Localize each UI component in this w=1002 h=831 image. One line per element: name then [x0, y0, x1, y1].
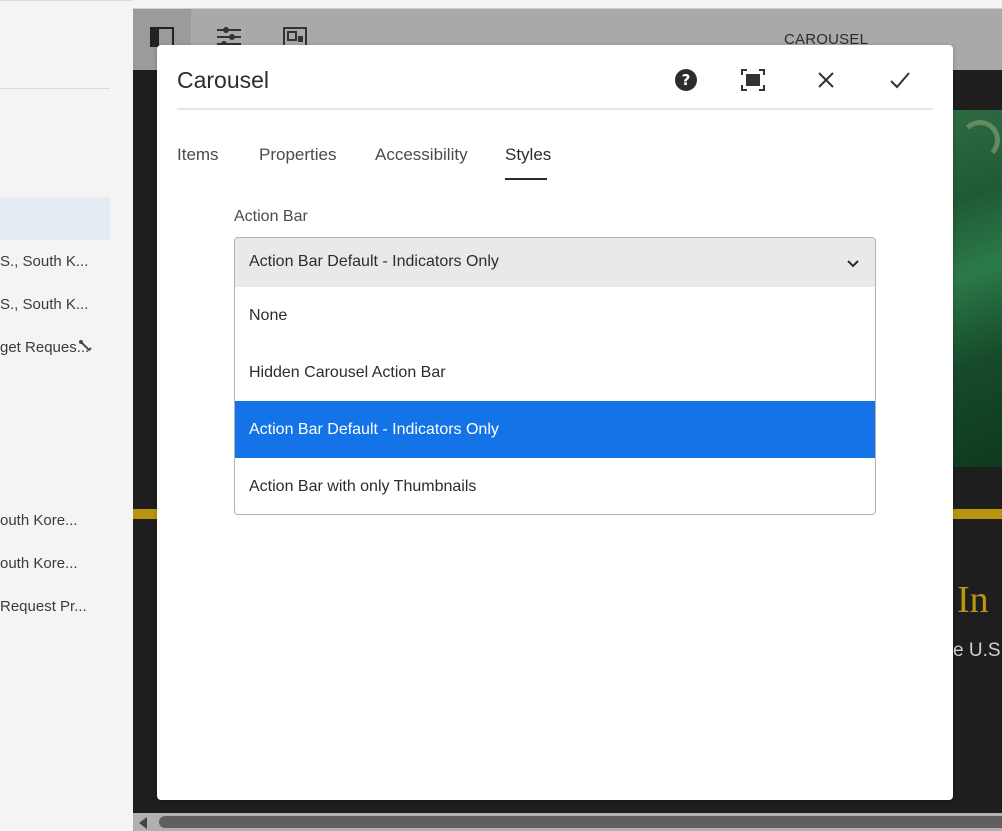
- carousel-image: [952, 110, 1002, 467]
- page-text-fragment: e U.S: [953, 640, 1001, 661]
- left-side-panel: S., South K... S., South K... get Reques…: [0, 0, 133, 831]
- selected-tree-row[interactable]: [0, 197, 110, 240]
- help-button[interactable]: ?: [671, 67, 701, 97]
- option-hidden-action-bar[interactable]: Hidden Carousel Action Bar: [235, 344, 875, 401]
- done-button[interactable]: [885, 67, 915, 97]
- page-heading-fragment: In: [957, 579, 989, 621]
- close-button[interactable]: [811, 67, 841, 97]
- horizontal-scrollbar[interactable]: [133, 813, 1002, 831]
- editor-top-border: [133, 0, 1002, 9]
- close-icon: [817, 71, 835, 94]
- dialog-title: Carousel: [177, 67, 270, 93]
- option-thumbnails-only[interactable]: Action Bar with only Thumbnails: [235, 458, 875, 514]
- panel-divider: [0, 88, 110, 89]
- wrench-icon: [78, 339, 92, 356]
- tree-item[interactable]: get Reques...: [0, 339, 110, 356]
- fullscreen-button[interactable]: [738, 67, 768, 97]
- tab-items[interactable]: Items: [177, 145, 219, 165]
- select-value: Action Bar Default - Indicators Only: [249, 253, 499, 270]
- tab-properties[interactable]: Properties: [259, 145, 336, 165]
- tree-item[interactable]: outh Kore...: [0, 555, 110, 572]
- action-bar-select[interactable]: Action Bar Default - Indicators Only: [234, 237, 876, 288]
- tree-item[interactable]: outh Kore...: [0, 512, 110, 529]
- tree-item[interactable]: Request Pr...: [0, 598, 110, 615]
- scroll-left-arrow-icon[interactable]: [139, 817, 147, 829]
- action-bar-options-list: None Hidden Carousel Action Bar Action B…: [234, 287, 876, 515]
- option-none[interactable]: None: [235, 287, 875, 344]
- scrollbar-thumb[interactable]: [159, 816, 1002, 828]
- tree-item[interactable]: S., South K...: [0, 296, 110, 313]
- option-default-indicators-only[interactable]: Action Bar Default - Indicators Only: [235, 401, 875, 458]
- tab-styles[interactable]: Styles: [505, 145, 551, 165]
- chevron-down-icon: [847, 255, 859, 273]
- active-tab-indicator: [505, 178, 547, 180]
- help-icon: ?: [674, 68, 698, 97]
- action-bar-label: Action Bar: [234, 208, 308, 225]
- tree-item[interactable]: S., South K...: [0, 253, 110, 270]
- fullscreen-icon: [741, 68, 765, 96]
- svg-text:?: ?: [682, 71, 691, 89]
- tab-accessibility[interactable]: Accessibility: [375, 145, 468, 165]
- carousel-dialog: Carousel ? Items Properties Accessibilit…: [157, 45, 953, 800]
- header-divider: [177, 108, 933, 110]
- checkmark-icon: [889, 71, 911, 94]
